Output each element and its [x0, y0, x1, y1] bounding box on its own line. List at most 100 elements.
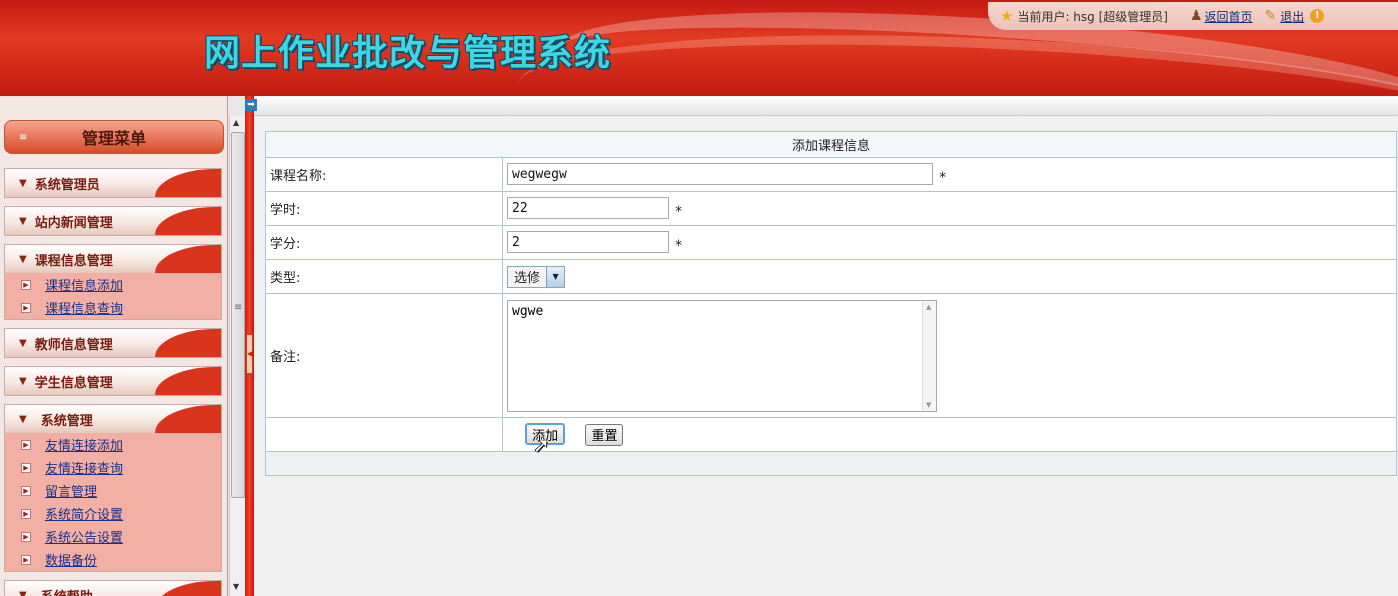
- triangle-down-icon: ▼: [19, 589, 27, 596]
- menu-item-link-add: ▶ 友情连接添加: [5, 433, 221, 456]
- menu-item-course-add: ▶ 课程信息添加: [5, 273, 221, 296]
- required-mark: *: [675, 237, 683, 254]
- remark-wrapper: wgwe ▲ ▼: [507, 299, 937, 412]
- arrow-right-icon: ▶: [21, 554, 31, 565]
- arrow-right-icon: ▶: [21, 279, 31, 290]
- hours-input[interactable]: [507, 197, 669, 220]
- form-caption: 添加课程信息: [265, 131, 1397, 158]
- menu-link[interactable]: 留言管理: [45, 481, 97, 500]
- menu-link[interactable]: 课程信息查询: [45, 298, 123, 317]
- menu-group-title[interactable]: ▼ 学生信息管理: [5, 367, 221, 395]
- arrow-right-icon: ▶: [21, 302, 31, 313]
- menu-item-messages: ▶ 留言管理: [5, 479, 221, 502]
- frame-splitter[interactable]: ◀: [245, 96, 254, 596]
- textarea-scrollbar[interactable]: ▲ ▼: [922, 300, 936, 411]
- menu-group-help: ▼ 系统帮助: [4, 580, 222, 596]
- grip-icon: ≡: [234, 302, 243, 313]
- menu-group-news: ▼ 站内新闻管理: [4, 206, 222, 236]
- course-name-input[interactable]: [507, 163, 933, 186]
- menu-header: ≡ 管理菜单: [4, 120, 224, 154]
- star-icon: ★: [1000, 7, 1014, 25]
- menu-item-course-query: ▶ 课程信息查询: [5, 296, 221, 319]
- triangle-down-icon: ▼: [19, 413, 27, 425]
- menu-group-teacher: ▼ 教师信息管理: [4, 328, 222, 358]
- menu-title: 管理菜单: [81, 129, 146, 148]
- system-title: 网上作业批改与管理系统: [204, 32, 612, 74]
- sidebar-scrollbar[interactable]: ▲ ≡ ▼: [229, 116, 245, 596]
- group-label: 教师信息管理: [34, 337, 113, 353]
- main-content: ➡ 添加课程信息 课程名称: * 学时: * 学分: *: [245, 96, 1398, 596]
- current-user-label: 当前用户: hsg [超级管理员]: [1017, 9, 1168, 24]
- header-banner: 网上作业批改与管理系统 ★ 当前用户: hsg [超级管理员] ♟ 返回首页 ✎…: [0, 0, 1398, 96]
- chevron-down-icon[interactable]: ▼: [546, 266, 565, 287]
- menu-group-title[interactable]: ▼ 教师信息管理: [5, 329, 221, 357]
- hours-label: 学时:: [265, 191, 503, 226]
- type-selected-value: 选修: [514, 271, 541, 286]
- menu-group-student: ▼ 学生信息管理: [4, 366, 222, 396]
- group-label: 系统帮助: [41, 586, 93, 596]
- credits-label: 学分:: [265, 225, 503, 260]
- group-label: 系统管理: [40, 413, 93, 429]
- triangle-down-icon: ▼: [19, 253, 27, 265]
- wrench-icon: ✎: [1264, 8, 1277, 24]
- menu-group-sysadmin: ▼ 系统管理员: [4, 168, 222, 198]
- remark-textarea[interactable]: wgwe: [507, 299, 937, 412]
- sidebar: ≡ 管理菜单 ▼ 系统管理员 ▼ 站内新闻管理 ▼ 课程信息管理 ▶ 课程信息添…: [0, 96, 228, 596]
- add-button[interactable]: 添加: [525, 423, 566, 446]
- logout-link[interactable]: 退出: [1280, 8, 1304, 25]
- form-footer: [265, 451, 1397, 476]
- arrow-right-icon: ▶: [21, 462, 31, 473]
- scrollbar-thumb[interactable]: [231, 132, 245, 498]
- menu-link[interactable]: 系统公告设置: [45, 527, 123, 546]
- triangle-down-icon: ▼: [19, 177, 27, 189]
- group-label: 学生信息管理: [34, 375, 113, 391]
- required-mark: *: [675, 203, 683, 220]
- menu-item-intro: ▶ 系统简介设置: [5, 502, 221, 525]
- expand-icon[interactable]: ➡: [245, 99, 257, 111]
- collapse-handle[interactable]: ◀: [246, 334, 253, 374]
- menu-group-system: ▼ 系统管理 ▶ 友情连接添加 ▶ 友情连接查询 ▶ 留言管理 ▶ 系统简介设置…: [4, 404, 222, 572]
- menu-group-title[interactable]: ▼ 系统帮助: [5, 581, 221, 596]
- home-link[interactable]: 返回首页: [1205, 8, 1253, 25]
- arrow-right-icon: ▶: [21, 439, 31, 450]
- scroll-up-icon[interactable]: ▲: [926, 303, 931, 311]
- scroll-up-icon[interactable]: ▲: [233, 118, 239, 127]
- menu-link[interactable]: 系统简介设置: [45, 504, 123, 523]
- menu-group-course: ▼ 课程信息管理 ▶ 课程信息添加 ▶ 课程信息查询: [4, 244, 222, 320]
- menu-group-title[interactable]: ▼ 系统管理员: [5, 169, 221, 197]
- course-form: 添加课程信息 课程名称: * 学时: * 学分: * 类型:: [265, 131, 1397, 476]
- empty-cell: [265, 417, 503, 452]
- info-icon: !: [1310, 9, 1325, 23]
- credits-input[interactable]: [507, 231, 669, 254]
- user-toolbar: ★ 当前用户: hsg [超级管理员] ♟ 返回首页 ✎ 退出 !: [988, 2, 1398, 30]
- reset-button[interactable]: 重置: [585, 423, 624, 446]
- menu-item-notice: ▶ 系统公告设置: [5, 525, 221, 548]
- group-label: 课程信息管理: [34, 253, 113, 269]
- remark-label: 备注:: [265, 293, 503, 418]
- menu-item-link-query: ▶ 友情连接查询: [5, 456, 221, 479]
- grip-icon: ≡: [19, 131, 28, 143]
- course-name-label: 课程名称:: [265, 157, 503, 192]
- triangle-down-icon: ▼: [19, 215, 27, 227]
- menu-group-title[interactable]: ▼ 课程信息管理: [5, 245, 221, 273]
- menu-link[interactable]: 数据备份: [45, 550, 97, 569]
- menu-link[interactable]: 友情连接查询: [45, 458, 123, 477]
- menu-item-backup: ▶ 数据备份: [5, 548, 221, 571]
- scroll-down-icon[interactable]: ▼: [233, 582, 239, 591]
- arrow-right-icon: ▶: [21, 485, 31, 496]
- type-label: 类型:: [265, 259, 503, 294]
- user-icon: ♟: [1189, 8, 1203, 24]
- group-label: 系统管理员: [34, 177, 100, 193]
- menu-link[interactable]: 友情连接添加: [45, 435, 123, 454]
- menu-link[interactable]: 课程信息添加: [45, 275, 123, 294]
- content-toolbar: ➡: [245, 96, 1398, 116]
- group-label: 站内新闻管理: [34, 215, 113, 231]
- triangle-down-icon: ▼: [19, 375, 27, 387]
- arrow-right-icon: ▶: [21, 508, 31, 519]
- triangle-down-icon: ▼: [19, 337, 27, 349]
- type-select[interactable]: 选修 ▼: [507, 265, 566, 288]
- menu-group-title[interactable]: ▼ 站内新闻管理: [5, 207, 221, 235]
- menu-group-title[interactable]: ▼ 系统管理: [5, 405, 221, 433]
- scroll-down-icon[interactable]: ▼: [926, 401, 931, 409]
- arrow-right-icon: ▶: [21, 531, 31, 542]
